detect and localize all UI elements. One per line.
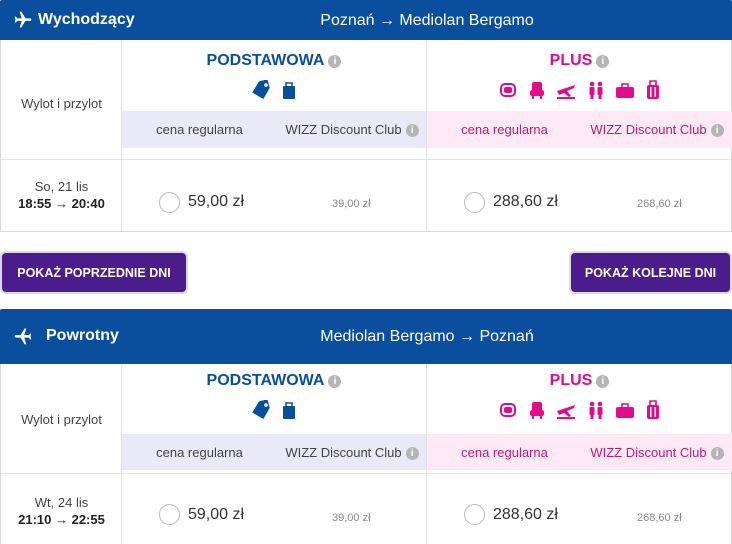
- fare-price[interactable]: 59,00 zł: [188, 506, 244, 524]
- trolley-icon: [646, 400, 659, 419]
- fare-plus: PLUS i cena regularna WIZZ Discount Club i…: [427, 40, 732, 231]
- fare-basic: PODSTAWOWA i cena regularna WIZZ Discount…: [122, 364, 427, 544]
- fare-price[interactable]: 288,60 zł: [493, 193, 558, 211]
- return-header: Powrotny Mediolan Bergamo → Poznań: [0, 309, 732, 364]
- plane-icon: [14, 11, 32, 28]
- regular-price-label: cena regularna: [156, 122, 243, 137]
- club-price-label: WIZZ Discount Club i: [277, 445, 427, 460]
- show-previous-days-button[interactable]: POKAŻ POPRZEDNIE DNI: [0, 251, 188, 294]
- check-in-icon: [589, 81, 603, 99]
- bag-icon: [283, 402, 296, 419]
- left-column: Wylot i przylot Wt, 24 lis 21:10 → 22:55: [1, 364, 122, 544]
- trolley-icon: [646, 80, 659, 99]
- club-price-label: WIZZ Discount Club i: [582, 122, 732, 137]
- club-price: 39,00 zł: [332, 512, 371, 524]
- fare-price[interactable]: 59,00 zł: [188, 193, 244, 211]
- fare-table: Wylot i przylot So, 21 lis 18:55 → 20:40…: [0, 40, 732, 232]
- price-header: cena regularna WIZZ Discount Club i: [122, 434, 426, 470]
- club-price: 268,60 zł: [637, 512, 682, 524]
- club-price: 39,00 zł: [332, 198, 371, 210]
- price-header: cena regularna WIZZ Discount Club i: [427, 434, 732, 470]
- route-title: Mediolan Bergamo → Poznań: [320, 328, 534, 345]
- fare-radio[interactable]: [159, 192, 180, 213]
- seat-icon: [500, 403, 517, 417]
- fare-price[interactable]: 288,60 zł: [493, 506, 558, 524]
- club-price-label: WIZZ Discount Club i: [277, 122, 427, 137]
- seat-select-icon: [529, 82, 544, 99]
- outbound-header: Wychodzący Poznań → Mediolan Bergamo: [0, 0, 732, 40]
- flight-icon: [557, 405, 576, 419]
- small-bag-icon: [616, 403, 635, 418]
- row-label: Wylot i przylot: [21, 412, 102, 427]
- plane-icon: [14, 328, 32, 345]
- regular-price-label: cena regularna: [461, 445, 548, 460]
- fare-icons: [427, 400, 732, 422]
- show-next-days-button[interactable]: POKAŻ KOLEJNE DNI: [569, 251, 732, 294]
- info-icon[interactable]: i: [596, 375, 610, 388]
- bag-icon: [283, 82, 296, 99]
- info-icon[interactable]: i: [405, 124, 419, 137]
- fare-radio[interactable]: [159, 504, 180, 525]
- seat-select-icon: [529, 402, 544, 419]
- date-text: Wt, 24 lis: [34, 495, 89, 510]
- date-text: So, 21 lis: [34, 179, 89, 194]
- seat-icon: [500, 83, 517, 97]
- info-icon[interactable]: i: [710, 447, 724, 460]
- info-icon[interactable]: i: [710, 124, 724, 137]
- left-column: Wylot i przylot So, 21 lis 18:55 → 20:40: [1, 40, 122, 231]
- info-icon[interactable]: i: [596, 55, 610, 68]
- info-icon[interactable]: i: [328, 375, 342, 388]
- fare-icons: [122, 400, 426, 422]
- flight-date: Wt, 24 lis 21:10 → 22:55: [1, 494, 122, 528]
- fare-name: PODSTAWOWA i: [122, 372, 426, 390]
- regular-price-label: cena regularna: [461, 122, 548, 137]
- fare-basic: PODSTAWOWA i cena regularna WIZZ Discount…: [122, 40, 427, 231]
- check-in-icon: [589, 401, 603, 419]
- return-section: Powrotny Mediolan Bergamo → Poznań Wylot…: [0, 309, 732, 544]
- route-title: Poznań → Mediolan Bergamo: [320, 12, 534, 29]
- fare-plus: PLUS i cena regularna WIZZ Discount Club i…: [427, 364, 732, 544]
- tag-icon: [252, 400, 270, 419]
- fare-icons: [122, 80, 426, 102]
- club-price: 268,60 zł: [637, 198, 682, 210]
- fare-icons: [427, 80, 732, 102]
- fare-name: PODSTAWOWA i: [122, 52, 426, 70]
- fare-name: PLUS i: [427, 372, 732, 390]
- flight-times: 21:10 → 22:55: [18, 512, 105, 527]
- row-label: Wylot i przylot: [21, 96, 102, 111]
- regular-price-label: cena regularna: [156, 445, 243, 460]
- small-bag-icon: [616, 83, 635, 98]
- fare-radio[interactable]: [464, 504, 485, 525]
- club-price-label: WIZZ Discount Club i: [582, 445, 732, 460]
- fare-radio[interactable]: [464, 192, 485, 213]
- price-header: cena regularna WIZZ Discount Club i: [122, 111, 426, 148]
- outbound-section: Wychodzący Poznań → Mediolan Bergamo Wyl…: [0, 0, 732, 232]
- info-icon[interactable]: i: [328, 55, 342, 68]
- direction-title: Powrotny: [46, 327, 119, 344]
- flight-times: 18:55 → 20:40: [18, 196, 105, 211]
- info-icon[interactable]: i: [405, 447, 419, 460]
- price-header: cena regularna WIZZ Discount Club i: [427, 111, 732, 148]
- fare-name: PLUS i: [427, 52, 732, 70]
- flight-icon: [557, 85, 576, 99]
- tag-icon: [252, 80, 270, 99]
- direction-title: Wychodzący: [38, 11, 135, 28]
- flight-date: So, 21 lis 18:55 → 20:40: [1, 178, 122, 212]
- fare-table: Wylot i przylot Wt, 24 lis 21:10 → 22:55…: [0, 364, 732, 544]
